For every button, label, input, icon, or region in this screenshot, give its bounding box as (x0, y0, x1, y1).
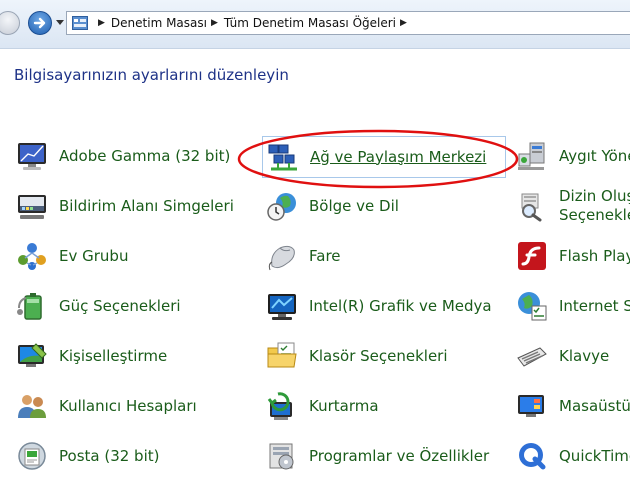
item-keyboard[interactable]: Klavye (516, 339, 609, 373)
quicktime-icon (519, 443, 546, 470)
breadcrumb-separator-icon[interactable]: ▶ (98, 18, 105, 28)
monitor-gamma-icon (18, 143, 46, 170)
homegroup-icon (18, 243, 46, 270)
notification-area-icon (18, 195, 46, 219)
item-indexing-options[interactable]: Dizin OluşSeçenekleri (516, 186, 630, 226)
item-network-sharing-center[interactable]: Ağ ve Paylaşım Merkezi (262, 136, 506, 178)
breadcrumb-separator-icon[interactable]: ▶ (211, 18, 218, 28)
item-label: Klasör Seçenekleri (309, 346, 448, 365)
personalization-icon (18, 343, 47, 367)
item-label-line1: Dizin Oluş (559, 187, 630, 205)
item-label: Bildirim Alanı Simgeleri (59, 196, 234, 215)
recent-pages-dropdown[interactable] (56, 20, 64, 25)
item-label: Masaüstü (559, 396, 630, 415)
item-label: Intel(R) Grafik ve Medya (309, 296, 492, 315)
desktop-gadgets-icon (518, 395, 544, 417)
forward-button[interactable] (28, 11, 52, 35)
item-label: Ev Grubu (59, 246, 129, 265)
item-label: Programlar ve Özellikler (309, 446, 490, 465)
item-label: Internet Se (559, 296, 630, 315)
forward-arrow-icon (33, 17, 46, 29)
programs-icon (269, 443, 294, 470)
item-adobe-gamma[interactable]: Adobe Gamma (32 bit) (16, 139, 230, 173)
item-label: Güç Seçenekleri (59, 296, 181, 315)
control-panel-icon (72, 16, 88, 30)
item-intel-graphics[interactable]: Intel(R) Grafik ve Medya (266, 289, 492, 323)
item-label: Dizin OluşSeçenekleri (559, 187, 630, 225)
item-label: Kişiselleştirme (59, 346, 168, 365)
item-power-options[interactable]: Güç Seçenekleri (16, 289, 181, 323)
globe-clock-icon (267, 193, 296, 221)
item-label: Bölge ve Dil (309, 196, 399, 215)
indexing-icon (521, 193, 542, 222)
intel-graphics-icon (268, 294, 296, 320)
item-label: Aygıt Yöne (559, 146, 630, 165)
item-label: Kullanıcı Hesapları (59, 396, 197, 415)
power-battery-icon (17, 293, 42, 320)
mail-icon (18, 442, 46, 470)
item-region-language[interactable]: Bölge ve Dil (266, 189, 399, 223)
item-label: Adobe Gamma (32 bit) (59, 146, 231, 165)
item-user-accounts[interactable]: Kullanıcı Hesapları (16, 389, 197, 423)
breadcrumb-all-items[interactable]: Tüm Denetim Masası Öğeleri (224, 16, 396, 30)
item-personalization[interactable]: Kişiselleştirme (16, 339, 167, 373)
flash-icon (518, 242, 546, 270)
item-folder-options[interactable]: Klasör Seçenekleri (266, 339, 448, 373)
breadcrumb-separator-icon[interactable]: ▶ (400, 18, 407, 28)
recovery-icon (267, 392, 292, 420)
item-recovery[interactable]: Kurtarma (266, 389, 379, 423)
item-device-manager[interactable]: Aygıt Yöne (516, 139, 630, 173)
item-label-line2: Seçenekleri (559, 206, 630, 224)
item-label: Ağ ve Paylaşım Merkezi (310, 147, 487, 166)
item-homegroup[interactable]: Ev Grubu (16, 239, 128, 273)
item-flash-player[interactable]: Flash Playe (516, 239, 630, 273)
folder-options-icon (267, 342, 297, 368)
item-internet-options[interactable]: Internet Se (516, 289, 630, 323)
item-label: Fare (309, 246, 341, 265)
breadcrumb-control-panel[interactable]: Denetim Masası (111, 16, 207, 30)
item-programs-features[interactable]: Programlar ve Özellikler (266, 439, 489, 473)
item-desktop-gadgets[interactable]: Masaüstü (516, 389, 630, 423)
item-mail[interactable]: Posta (32 bit) (16, 439, 159, 473)
item-label: Klavye (559, 346, 610, 365)
item-mouse[interactable]: Fare (266, 239, 341, 273)
item-label: QuickTime (559, 446, 630, 465)
network-icon (268, 144, 297, 171)
item-quicktime[interactable]: QuickTime (516, 439, 630, 473)
page-title: Bilgisayarınızın ayarlarını düzenleyin (14, 66, 289, 84)
item-label: Flash Playe (559, 246, 630, 265)
item-label: Posta (32 bit) (59, 446, 160, 465)
address-toolbar: ▶ Denetim Masası ▶ Tüm Denetim Masası Öğ… (0, 0, 630, 49)
address-bar[interactable]: ▶ Denetim Masası ▶ Tüm Denetim Masası Öğ… (66, 11, 630, 35)
item-notification-area-icons[interactable]: Bildirim Alanı Simgeleri (16, 189, 234, 223)
item-label: Kurtarma (309, 396, 379, 415)
back-button[interactable] (0, 11, 20, 35)
user-accounts-icon (18, 395, 46, 418)
mouse-icon (268, 245, 295, 271)
keyboard-icon (517, 347, 547, 367)
device-manager-icon (518, 142, 545, 170)
internet-options-icon (518, 292, 547, 321)
